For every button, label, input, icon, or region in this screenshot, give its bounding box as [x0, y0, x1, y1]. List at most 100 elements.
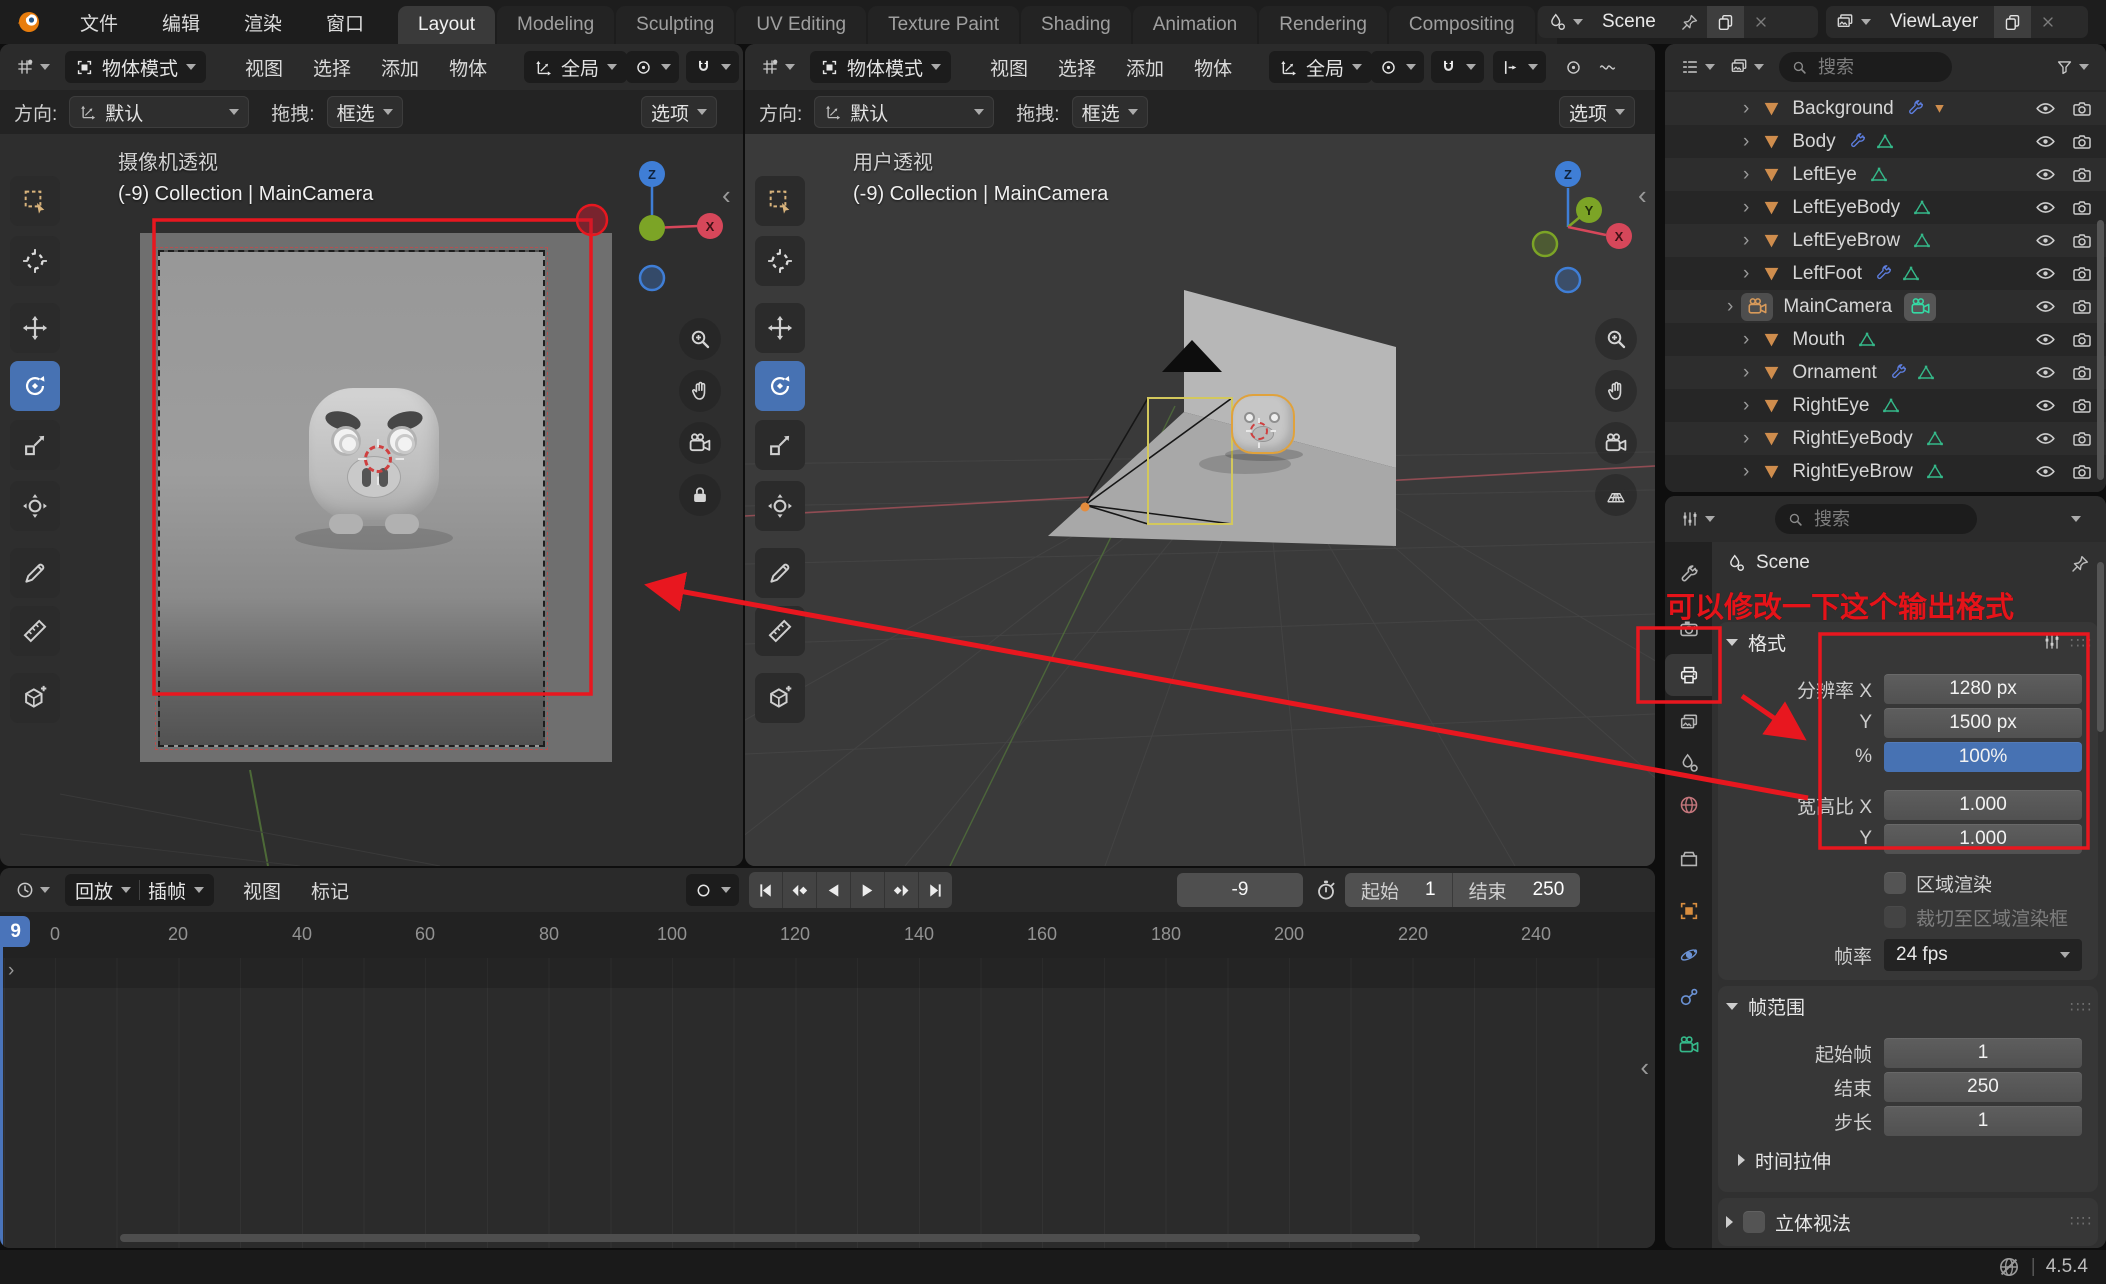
pin-icon[interactable] [1680, 13, 1699, 32]
tool-select-box[interactable] [10, 176, 60, 226]
tab-uv-editing[interactable]: UV Editing [736, 6, 866, 44]
menu-view[interactable]: 视图 [230, 54, 298, 81]
jump-to-end-button[interactable] [919, 872, 952, 908]
object-name[interactable]: LeftFoot [1792, 263, 1862, 285]
search-input[interactable] [1816, 56, 1940, 79]
menu-view[interactable]: 视图 [975, 54, 1043, 81]
tab-object-data[interactable] [1665, 1024, 1712, 1066]
tool-scale[interactable] [755, 420, 805, 470]
snap-dropdown[interactable] [1431, 51, 1484, 83]
proportional-falloff-icon[interactable] [1557, 52, 1590, 82]
pan-button[interactable] [1595, 370, 1637, 412]
grip-dots[interactable]: ∷∷ [2070, 634, 2093, 652]
sidebar-collapse-arrow[interactable]: ‹ [722, 182, 731, 208]
tool-move[interactable] [10, 303, 60, 353]
tool-rotate[interactable] [10, 361, 60, 411]
mode-dropdown[interactable]: 物体模式 [810, 51, 951, 83]
pin-icon[interactable] [2070, 554, 2090, 574]
properties-search[interactable] [1775, 504, 1977, 534]
falloff-curve-icon[interactable] [1591, 52, 1624, 82]
outliner-row[interactable]: › RightEyeBrow [1665, 455, 2106, 488]
header-options-chevron[interactable] [2071, 516, 2081, 522]
expand-chevron[interactable]: › [1743, 98, 1749, 120]
render-visibility-icon[interactable] [2072, 396, 2092, 416]
playhead-badge[interactable]: 9 [0, 916, 30, 947]
axis-gizmo[interactable]: Z X [592, 140, 732, 310]
expand-chevron[interactable]: › [1743, 230, 1749, 252]
time-stretch-subpanel[interactable]: 时间拉伸 [1738, 1140, 1831, 1180]
tool-transform[interactable] [755, 481, 805, 531]
tool-rotate[interactable] [755, 361, 805, 411]
tab-compositing[interactable]: Compositing [1389, 6, 1535, 44]
outliner-row[interactable]: › Ornament [1665, 356, 2106, 389]
frame-range-panel-header[interactable]: 帧范围 [1726, 986, 1805, 1026]
hide-eye-icon[interactable] [2035, 230, 2056, 251]
expand-chevron[interactable]: › [1743, 428, 1749, 450]
expand-chevron[interactable]: › [1743, 395, 1749, 417]
previous-keyframe-button[interactable] [783, 872, 817, 908]
format-panel-header[interactable]: 格式 [1726, 622, 1786, 662]
menu-edit[interactable]: 编辑 [140, 9, 222, 36]
frame-end-field[interactable]: 250 [1884, 1072, 2082, 1102]
render-visibility-icon[interactable] [2072, 363, 2092, 383]
hide-eye-icon[interactable] [2035, 197, 2056, 218]
outliner-row[interactable]: › LeftEye [1665, 158, 2106, 191]
resolution-y-field[interactable]: 1500 px [1884, 708, 2082, 738]
tab-animation[interactable]: Animation [1133, 6, 1258, 44]
options-dropdown[interactable]: 选项 [641, 96, 717, 128]
tool-cursor[interactable] [10, 236, 60, 286]
grip-dots[interactable]: ∷∷ [2070, 998, 2093, 1016]
camera-view-button[interactable] [1595, 422, 1637, 464]
blender-logo[interactable] [14, 7, 44, 37]
render-visibility-icon[interactable] [2072, 132, 2092, 152]
render-visibility-icon[interactable] [2072, 330, 2092, 350]
hide-eye-icon[interactable] [2035, 395, 2056, 416]
new-scene-button[interactable] [1707, 6, 1744, 38]
sidebar-collapse-arrow[interactable]: ‹ [1638, 182, 1647, 208]
filter-button[interactable] [2048, 52, 2096, 82]
drag-dropdown[interactable]: 框选 [327, 96, 403, 128]
stereoscopy-panel-header[interactable]: 立体视法 [1726, 1202, 1851, 1242]
breadcrumb-label[interactable]: Scene [1756, 552, 1810, 574]
orientation-dropdown[interactable]: 全局 [1269, 51, 1372, 83]
marker-menu[interactable]: 标记 [296, 877, 364, 904]
options-dropdown[interactable]: 选项 [1559, 96, 1635, 128]
viewlayer-icon-button[interactable] [1826, 6, 1880, 38]
hide-eye-icon[interactable] [2035, 296, 2056, 317]
outliner-scrollbar[interactable] [2097, 220, 2104, 480]
object-name[interactable]: LeftEye [1792, 164, 1856, 186]
tool-annotate[interactable] [10, 548, 60, 598]
viewport-canvas-user[interactable]: 用户透视 (-9) Collection | MainCamera [745, 134, 1655, 866]
outliner-row[interactable]: › Body [1665, 125, 2106, 158]
grip-dots[interactable]: ∷∷ [2070, 1212, 2093, 1230]
tool-add-cube[interactable] [10, 673, 60, 723]
tab-sculpting[interactable]: Sculpting [616, 6, 734, 44]
outliner-row[interactable]: › RightEyeBody [1665, 422, 2106, 455]
lock-view-button[interactable] [679, 474, 721, 516]
tool-measure[interactable] [755, 606, 805, 656]
timeline-ruler[interactable]: 0 20 40 60 80 100 120 140 160 180 200 22… [0, 912, 1655, 958]
render-visibility-icon[interactable] [2072, 264, 2092, 284]
play-button[interactable] [851, 872, 885, 908]
render-visibility-icon[interactable] [2072, 99, 2092, 119]
view-menu[interactable]: 视图 [228, 877, 296, 904]
search-input[interactable] [1812, 508, 1936, 531]
jump-to-start-button[interactable] [749, 872, 783, 908]
aspect-x-field[interactable]: 1.000 [1884, 790, 2082, 820]
expand-chevron[interactable]: › [8, 960, 14, 982]
outliner-row[interactable]: › Mouth [1665, 323, 2106, 356]
hide-eye-icon[interactable] [2035, 329, 2056, 350]
tab-layout[interactable]: Layout [398, 6, 495, 44]
perspective-button[interactable] [1595, 474, 1637, 516]
hide-eye-icon[interactable] [2035, 461, 2056, 482]
tool-transform[interactable] [10, 481, 60, 531]
proportional-dropdown[interactable] [1493, 51, 1546, 83]
expand-chevron[interactable]: › [1743, 362, 1749, 384]
new-viewlayer-button[interactable] [1994, 6, 2031, 38]
next-keyframe-button[interactable] [885, 872, 919, 908]
tool-annotate[interactable] [755, 548, 805, 598]
menu-add[interactable]: 添加 [1111, 54, 1179, 81]
start-frame-field[interactable]: 起始1 [1345, 873, 1452, 907]
pan-button[interactable] [679, 370, 721, 412]
crop-region-checkbox[interactable] [1884, 906, 1906, 928]
